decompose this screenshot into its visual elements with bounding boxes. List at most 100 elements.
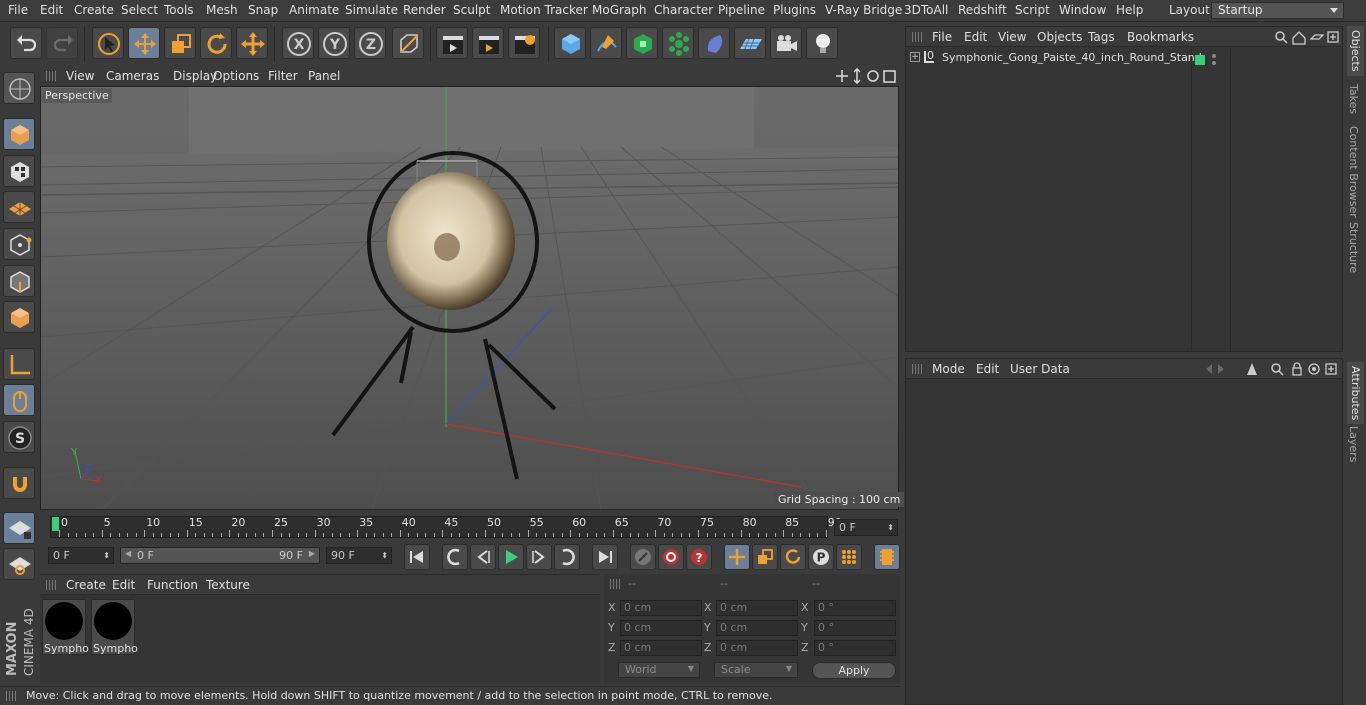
coordinate-size-field[interactable]: 0 cm <box>716 640 798 656</box>
render-to-picture-viewer-button[interactable] <box>472 27 504 59</box>
pen-spline-button[interactable] <box>590 27 622 59</box>
perspective-viewport[interactable]: Y Z X <box>40 86 899 510</box>
tab-content-browser[interactable]: Content Browser <box>1347 126 1360 218</box>
coordinate-rot-field[interactable]: 0 ° <box>814 640 896 656</box>
key-parameter-button[interactable]: P <box>808 544 834 570</box>
next-frame-button[interactable] <box>526 544 552 570</box>
viewport-nav-icons[interactable] <box>835 68 897 84</box>
key-rotation-button[interactable] <box>780 544 806 570</box>
next-key-button[interactable] <box>554 544 580 570</box>
key-pla-button[interactable] <box>836 544 862 570</box>
coordinate-rot-field[interactable]: 0 ° <box>814 620 896 636</box>
planar-workplane-button[interactable] <box>3 548 35 580</box>
subdivision-button[interactable] <box>626 27 658 59</box>
attribute-menu-user-data[interactable]: User Data <box>1010 362 1070 376</box>
slider-left-arrow-icon[interactable]: ◀ <box>125 549 131 558</box>
go-to-end-button[interactable] <box>592 544 618 570</box>
coordinate-pos-field[interactable]: 0 cm <box>620 640 702 656</box>
viewport-menu-filter[interactable]: Filter <box>268 69 298 83</box>
deformer-button[interactable] <box>698 27 730 59</box>
coordinate-rot-field[interactable]: 0 ° <box>814 600 896 616</box>
object-menu-objects[interactable]: Objects <box>1037 30 1082 44</box>
keyframe-selection-button[interactable] <box>630 544 656 570</box>
redo-button[interactable] <box>46 27 78 59</box>
tab-layers[interactable]: Layers <box>1347 426 1360 462</box>
menu-mesh[interactable]: Mesh <box>206 3 238 17</box>
size-mode-dropdown[interactable]: Scale ▼ <box>714 662 798 678</box>
menu-animate[interactable]: Animate <box>289 3 339 17</box>
record-button[interactable] <box>658 544 684 570</box>
viewport-menu-panel[interactable]: Panel <box>308 69 340 83</box>
coordinate-space-dropdown[interactable]: World ▼ <box>618 662 700 678</box>
object-menu-file[interactable]: File <box>932 30 952 44</box>
editor-visibility-dot[interactable] <box>1212 54 1216 58</box>
tab-takes[interactable]: Takes <box>1347 84 1360 114</box>
menu-edit[interactable]: Edit <box>40 3 63 17</box>
x-axis-lock-button[interactable]: X <box>282 27 314 59</box>
tab-attributes[interactable]: Attributes <box>1347 362 1364 425</box>
viewport-menu-display[interactable]: Display <box>173 69 217 83</box>
cloner-button[interactable] <box>662 27 694 59</box>
object-name[interactable]: Symphonic_Gong_Paiste_40_inch_Round_Stan… <box>942 51 1202 64</box>
menu-select[interactable]: Select <box>121 3 158 17</box>
object-menu-tags[interactable]: Tags <box>1088 30 1115 44</box>
start-frame-field[interactable]: 0 F ⬍ <box>48 547 114 564</box>
move-tool-button[interactable] <box>128 27 160 59</box>
previous-frame-button[interactable] <box>470 544 496 570</box>
live-selection-button[interactable] <box>92 27 124 59</box>
object-header-icons[interactable] <box>1273 29 1339 45</box>
end-frame-field[interactable]: 90 F ⬍ <box>326 547 392 564</box>
timeline-window-button[interactable] <box>874 544 900 570</box>
menu-file[interactable]: File <box>8 3 28 17</box>
menu-simulate[interactable]: Simulate <box>345 3 398 17</box>
solo-button[interactable]: S <box>3 421 35 453</box>
menu-plugins[interactable]: Plugins <box>773 3 816 17</box>
material-menu-function[interactable]: Function <box>147 578 198 592</box>
coordinate-size-field[interactable]: 0 cm <box>716 600 798 616</box>
object-row[interactable]: + 0 Symphonic_Gong_Paiste_40_inch_Round_… <box>908 50 1202 69</box>
current-frame-field[interactable]: 0 F ⬍ <box>834 519 898 536</box>
scale-tool-button[interactable] <box>164 27 196 59</box>
make-editable-button[interactable] <box>3 72 35 104</box>
menu-render[interactable]: Render <box>403 3 446 17</box>
tab-structure[interactable]: Structure <box>1347 222 1360 273</box>
viewport-camera-label[interactable]: Perspective <box>42 88 112 103</box>
auto-keying-button[interactable]: ? <box>686 544 712 570</box>
tab-objects[interactable]: Objects <box>1347 26 1364 76</box>
menu-vray-bridge[interactable]: V-Ray Bridge <box>825 3 902 17</box>
workplane-lock-button[interactable] <box>3 512 35 544</box>
slider-right-arrow-icon[interactable]: ▶ <box>309 549 315 558</box>
menu-3dtoall[interactable]: 3DToAll <box>904 3 948 17</box>
menu-window[interactable]: Window <box>1059 3 1106 17</box>
apply-button[interactable]: Apply <box>812 662 896 679</box>
rotate-tool-button[interactable] <box>200 27 232 59</box>
polygons-mode-button[interactable] <box>3 301 35 333</box>
coordinate-pos-field[interactable]: 0 cm <box>620 600 702 616</box>
menu-redshift[interactable]: Redshift <box>958 3 1007 17</box>
play-button[interactable] <box>498 544 524 570</box>
model-mode-button[interactable] <box>3 118 35 150</box>
y-axis-lock-button[interactable]: Y <box>318 27 350 59</box>
floor-button[interactable] <box>734 27 766 59</box>
attribute-menu-edit[interactable]: Edit <box>976 362 999 376</box>
edges-mode-button[interactable] <box>3 265 35 297</box>
light-button[interactable] <box>806 27 838 59</box>
material-swatch[interactable]: Sympho <box>42 599 89 655</box>
cube-object-button[interactable] <box>554 27 586 59</box>
texture-mode-button[interactable] <box>3 155 35 187</box>
z-axis-lock-button[interactable]: Z <box>354 27 386 59</box>
timeline-ruler[interactable]: 051015202530354045505560657075808590 0 F… <box>40 512 900 542</box>
menu-character[interactable]: Character <box>654 3 713 17</box>
transform-tool-button[interactable] <box>236 27 268 59</box>
menu-pipeline[interactable]: Pipeline <box>718 3 765 17</box>
points-mode-button[interactable] <box>3 228 35 260</box>
expand-plus-icon[interactable]: + <box>910 52 920 62</box>
frame-range-slider[interactable]: ◀ 0 F 90 F ▶ <box>120 547 320 564</box>
material-menu-texture[interactable]: Texture <box>206 578 250 592</box>
attribute-header-icons[interactable] <box>1202 361 1342 377</box>
snap-button[interactable] <box>3 467 35 499</box>
previous-key-button[interactable] <box>442 544 468 570</box>
menu-tools[interactable]: Tools <box>164 3 194 17</box>
workplane-button[interactable] <box>3 191 35 223</box>
menu-create[interactable]: Create <box>74 3 114 17</box>
